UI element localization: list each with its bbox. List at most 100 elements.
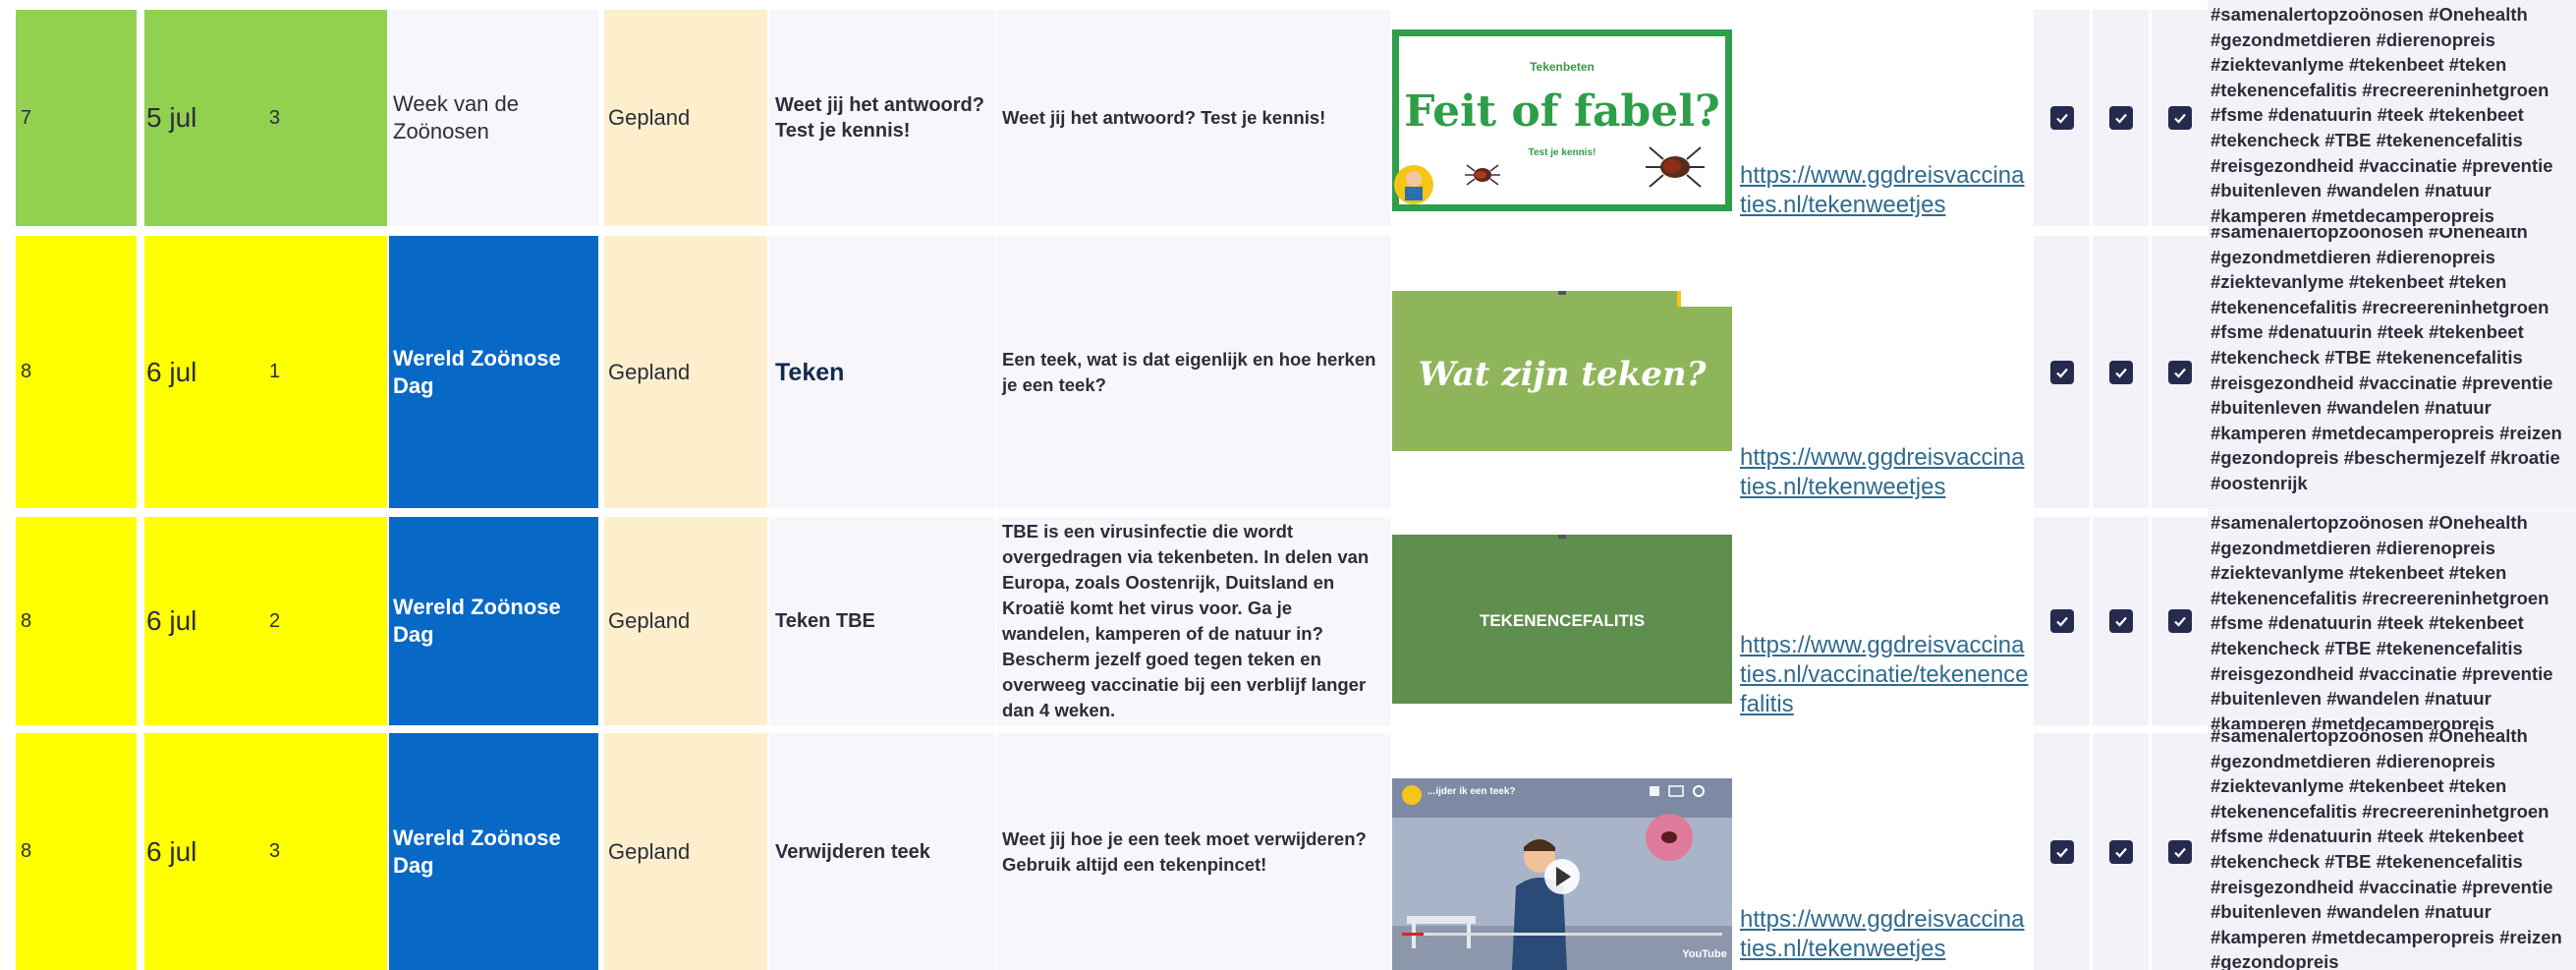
url-link[interactable]: https://www.ggdreisvaccinaties.nl/tekenw… — [1740, 161, 2029, 220]
date-value: 6 jul — [146, 605, 197, 636]
status-cell[interactable]: Gepland — [604, 733, 767, 970]
checkbox-checked[interactable] — [2049, 839, 2074, 864]
checkbox-cell — [2152, 236, 2208, 508]
date-cell[interactable]: 6 jul 1 — [144, 236, 387, 508]
week-cell[interactable]: 7 — [16, 10, 137, 226]
child-avatar-icon — [1394, 165, 1433, 204]
checkbox-checked[interactable] — [2049, 360, 2074, 384]
checkbox-cell — [2093, 10, 2149, 226]
image-small-title: Tekenbeten — [1530, 60, 1595, 74]
post-title: Teken TBE — [775, 610, 875, 632]
event-label: Wereld Zoönose Dag — [393, 595, 561, 647]
video-thumbnail[interactable]: ...ijder ik een teek? YouTube — [1392, 778, 1732, 970]
title-cell[interactable]: Teken TBE — [769, 517, 995, 725]
event-cell[interactable]: Wereld Zoönose Dag — [389, 517, 598, 725]
event-cell[interactable]: Wereld Zoönose Dag — [389, 733, 598, 970]
checkbox-cell — [2152, 10, 2208, 226]
link-cell: https://www.ggdreisvaccinaties.nl/tekenw… — [1734, 10, 2029, 226]
status-label: Gepland — [608, 838, 691, 864]
url-link[interactable]: https://www.ggdreisvaccinaties.nl/vaccin… — [1740, 631, 2029, 719]
date-cell[interactable]: 6 jul 2 — [144, 517, 387, 725]
checkbox-checked[interactable] — [2049, 106, 2074, 130]
post-title: Verwijderen teek — [775, 840, 930, 863]
post-text: Weet jij hoe je een teek moet verwijdere… — [1002, 827, 1367, 875]
checkbox-checked[interactable] — [2167, 839, 2192, 864]
image-headline: Wat zijn teken? — [1418, 355, 1707, 394]
url-link[interactable]: https://www.ggdreisvaccinaties.nl/tekenw… — [1740, 905, 2029, 964]
title-cell[interactable]: Weet jij het antwoord? Test je kennis! — [769, 10, 995, 226]
hashtags-cell[interactable]: #samenalertopzoönosen #Onehealth #gezond… — [2208, 729, 2576, 970]
checkbox-cell — [2034, 733, 2090, 970]
date-value: 6 jul — [146, 356, 197, 387]
checkmark-icon — [2173, 368, 2186, 378]
week-number: 8 — [21, 361, 32, 382]
event-cell[interactable]: Week van de Zoönosen — [389, 10, 598, 226]
checkmark-icon — [2114, 113, 2127, 124]
video-title: ...ijder ik een teek? — [1428, 786, 1515, 797]
post-number: 1 — [269, 361, 281, 382]
youtube-logo[interactable]: YouTube — [1682, 948, 1726, 960]
text-cell[interactable]: Weet jij het antwoord? Test je kennis! — [997, 10, 1390, 226]
checkbox-cell — [2034, 236, 2090, 508]
week-cell[interactable]: 8 — [16, 517, 137, 725]
hashtags-text: #samenalertopzoönosen #Onehealth #gezond… — [2211, 4, 2553, 226]
checkbox-checked[interactable] — [2108, 839, 2133, 864]
status-cell[interactable]: Gepland — [604, 236, 767, 508]
checkbox-checked[interactable] — [2108, 106, 2133, 130]
checkbox-checked[interactable] — [2049, 609, 2074, 633]
checkbox-cell — [2152, 517, 2208, 725]
week-number: 8 — [21, 840, 32, 862]
text-cell[interactable]: Weet jij hoe je een teek moet verwijdere… — [997, 733, 1390, 970]
date-value: 6 jul — [146, 835, 197, 867]
date-cell[interactable]: 5 jul 3 — [144, 10, 387, 226]
week-cell[interactable]: 8 — [16, 733, 137, 970]
checkbox-checked[interactable] — [2167, 106, 2192, 130]
post-number: 3 — [269, 840, 281, 862]
image-subtitle: Test je kennis! — [1529, 147, 1596, 158]
post-title: Weet jij het antwoord? Test je kennis! — [775, 94, 984, 142]
text-cell[interactable]: Een teek, wat is dat eigenlijk en hoe he… — [997, 236, 1390, 508]
tick-icon — [1465, 164, 1500, 186]
date-cell[interactable]: 6 jul 3 — [144, 733, 387, 970]
post-title: Teken — [775, 358, 845, 386]
checkbox-checked[interactable] — [2108, 609, 2133, 633]
hashtags-text: #samenalertopzoönosen #Onehealth #gezond… — [2211, 228, 2562, 493]
checkmark-icon — [2055, 368, 2068, 378]
image-cell[interactable]: ...ijder ik een teek? YouTube — [1392, 733, 1732, 970]
image-headline: Feit of fabel? — [1404, 86, 1719, 137]
week-cell[interactable]: 8 — [16, 236, 137, 508]
post-image[interactable]: Tekenbeten Feit of fabel? Test je kennis… — [1392, 29, 1732, 211]
checkbox-checked[interactable] — [2108, 360, 2133, 384]
checkbox-cell — [2034, 517, 2090, 725]
volume-icon[interactable] — [1650, 786, 1659, 796]
status-label: Gepland — [608, 359, 691, 384]
image-cell[interactable]: Wat zijn teken? — [1392, 236, 1732, 508]
week-number: 8 — [21, 609, 32, 632]
image-headline: TEKENENCEFALITIS — [1480, 611, 1645, 630]
url-link[interactable]: https://www.ggdreisvaccinaties.nl/tekenw… — [1740, 443, 2029, 502]
hashtags-cell[interactable]: #samenalertopzoönosen #Onehealth #gezond… — [2208, 511, 2576, 729]
link-cell: https://www.ggdreisvaccinaties.nl/tekenw… — [1734, 236, 2029, 508]
image-cell[interactable]: Tekenbeten Feit of fabel? Test je kennis… — [1392, 10, 1732, 226]
title-cell[interactable]: Verwijderen teek — [769, 733, 995, 970]
progress-bar[interactable] — [1402, 933, 1722, 936]
status-cell[interactable]: Gepland — [604, 517, 767, 725]
link-cell: https://www.ggdreisvaccinaties.nl/tekenw… — [1734, 733, 2029, 970]
post-image[interactable]: Wat zijn teken? — [1392, 291, 1732, 451]
status-cell[interactable]: Gepland — [604, 10, 767, 226]
checkbox-checked[interactable] — [2167, 609, 2192, 633]
text-cell[interactable]: TBE is een virusinfectie die wordt overg… — [997, 517, 1390, 725]
hashtags-cell[interactable]: #samenalertopzoönosen #Onehealth #gezond… — [2208, 0, 2576, 228]
event-label: Week van de Zoönosen — [393, 91, 520, 143]
title-cell[interactable]: Teken — [769, 236, 995, 508]
checkbox-cell — [2034, 10, 2090, 226]
post-image[interactable]: TEKENENCEFALITIS — [1392, 535, 1732, 704]
image-cell[interactable]: TEKENENCEFALITIS — [1392, 517, 1732, 725]
hashtags-text: #samenalertopzoönosen #Onehealth #gezond… — [2211, 729, 2562, 970]
checkbox-cell — [2152, 733, 2208, 970]
event-cell[interactable]: Wereld Zoönose Dag — [389, 236, 598, 508]
checkmark-icon — [2114, 847, 2127, 858]
checkbox-checked[interactable] — [2167, 360, 2192, 384]
post-text: Weet jij het antwoord? Test je kennis! — [1002, 107, 1326, 128]
hashtags-cell[interactable]: #samenalertopzoönosen #Onehealth #gezond… — [2208, 228, 2576, 510]
